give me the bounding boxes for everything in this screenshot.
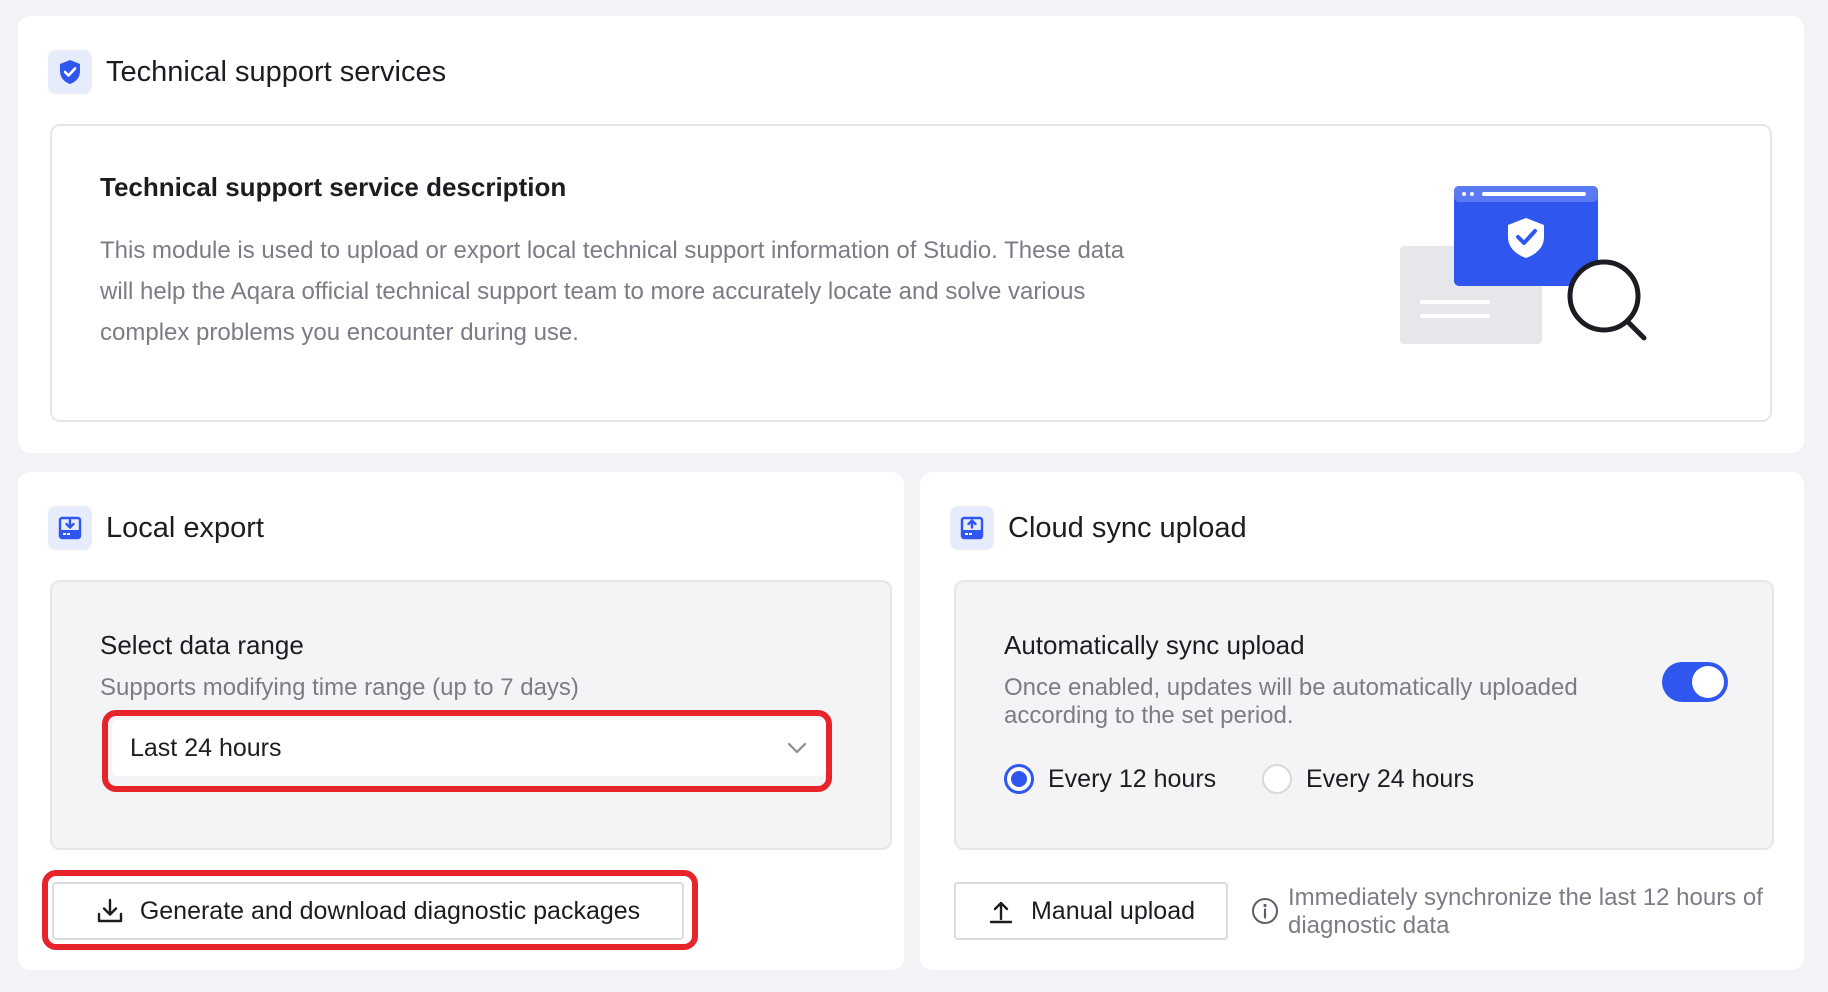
generate-download-button[interactable]: Generate and download diagnostic package… <box>52 882 684 940</box>
auto-sync-subtitle: Once enabled, updates will be automatica… <box>1004 674 1578 729</box>
section-title: Local export <box>106 511 264 544</box>
generate-download-label: Generate and download diagnostic package… <box>139 896 641 925</box>
description-box: Technical support service description Th… <box>50 124 1772 422</box>
local-export-header: Local export <box>48 506 264 550</box>
description-text: This module is used to upload or export … <box>100 237 1125 346</box>
manual-upload-button[interactable]: Manual upload <box>954 882 1228 940</box>
shield-check-icon <box>48 50 92 94</box>
technical-support-card: Technical support services Technical sup… <box>18 16 1804 453</box>
upload-icon <box>989 901 1013 924</box>
chevron-down-icon <box>787 742 807 754</box>
download-icon <box>97 898 123 923</box>
toggle-knob <box>1692 666 1724 698</box>
data-range-title: Select data range <box>100 630 304 660</box>
data-range-subtitle: Supports modifying time range (up to 7 d… <box>100 674 579 701</box>
manual-upload-hint-text: Immediately synchronize the last 12 hour… <box>1288 884 1763 939</box>
period-label: Every 12 hours <box>1048 764 1217 793</box>
radio-button-unselected <box>1262 764 1292 794</box>
manual-upload-hint: Immediately synchronize the last 12 hour… <box>1250 884 1768 940</box>
period-option-12h[interactable]: Every 12 hours <box>1004 764 1216 794</box>
section-title: Cloud sync upload <box>1008 511 1247 544</box>
info-icon <box>1252 898 1278 924</box>
period-label: Every 24 hours <box>1306 764 1475 793</box>
data-range-box: Select data range Supports modifying tim… <box>50 580 892 850</box>
period-option-24h[interactable]: Every 24 hours <box>1262 764 1474 794</box>
auto-sync-title: Automatically sync upload <box>1004 630 1305 660</box>
auto-sync-toggle[interactable] <box>1662 662 1728 702</box>
download-box-icon <box>48 506 92 550</box>
upload-box-icon <box>950 506 994 550</box>
technical-support-header: Technical support services <box>48 50 446 94</box>
section-title: Technical support services <box>106 55 447 88</box>
local-export-card: Local export Select data range Supports … <box>18 472 904 970</box>
browser-shield-magnifier-illustration <box>1400 186 1647 344</box>
description-title: Technical support service description <box>100 172 567 202</box>
auto-sync-box: Automatically sync upload Once enabled, … <box>954 580 1774 850</box>
data-range-value: Last 24 hours <box>130 733 282 762</box>
cloud-sync-header: Cloud sync upload <box>950 506 1247 550</box>
data-range-select[interactable]: Last 24 hours <box>112 720 826 776</box>
manual-upload-label: Manual upload <box>1030 896 1195 925</box>
cloud-sync-card: Cloud sync upload Automatically sync upl… <box>920 472 1804 970</box>
radio-button-selected <box>1004 764 1034 794</box>
